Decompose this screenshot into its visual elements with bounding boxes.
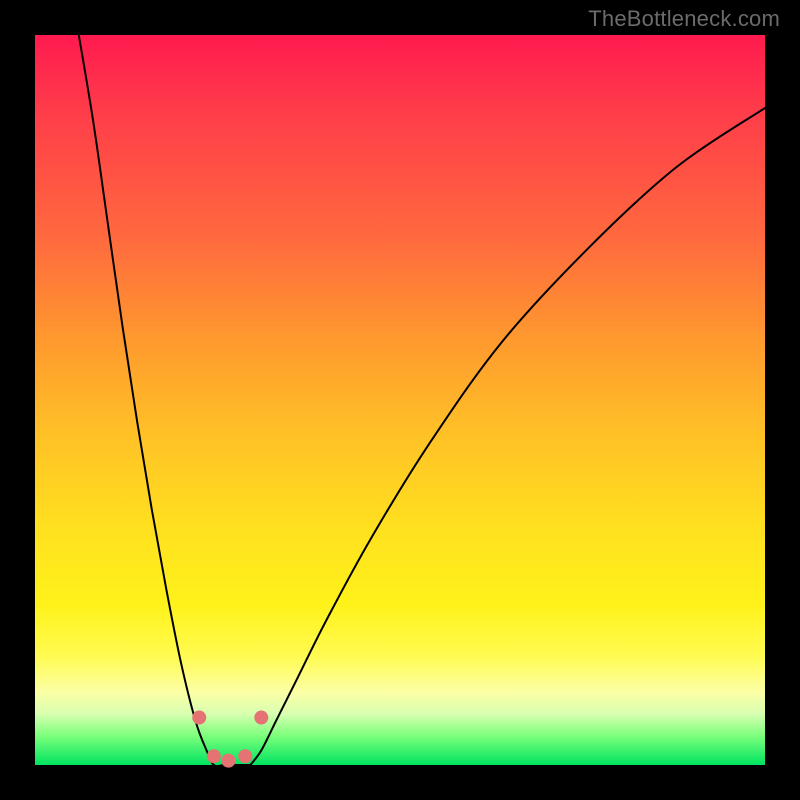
plot-area — [35, 35, 765, 765]
curve-path — [79, 35, 765, 766]
valley-marker — [192, 711, 206, 725]
valley-markers — [192, 711, 268, 768]
curve-svg — [35, 35, 765, 765]
chart-frame: TheBottleneck.com — [0, 0, 800, 800]
valley-marker — [207, 749, 221, 763]
valley-marker — [238, 749, 252, 763]
valley-marker — [221, 754, 235, 768]
valley-marker — [254, 711, 268, 725]
bottleneck-curve — [79, 35, 765, 766]
watermark-text: TheBottleneck.com — [588, 6, 780, 32]
